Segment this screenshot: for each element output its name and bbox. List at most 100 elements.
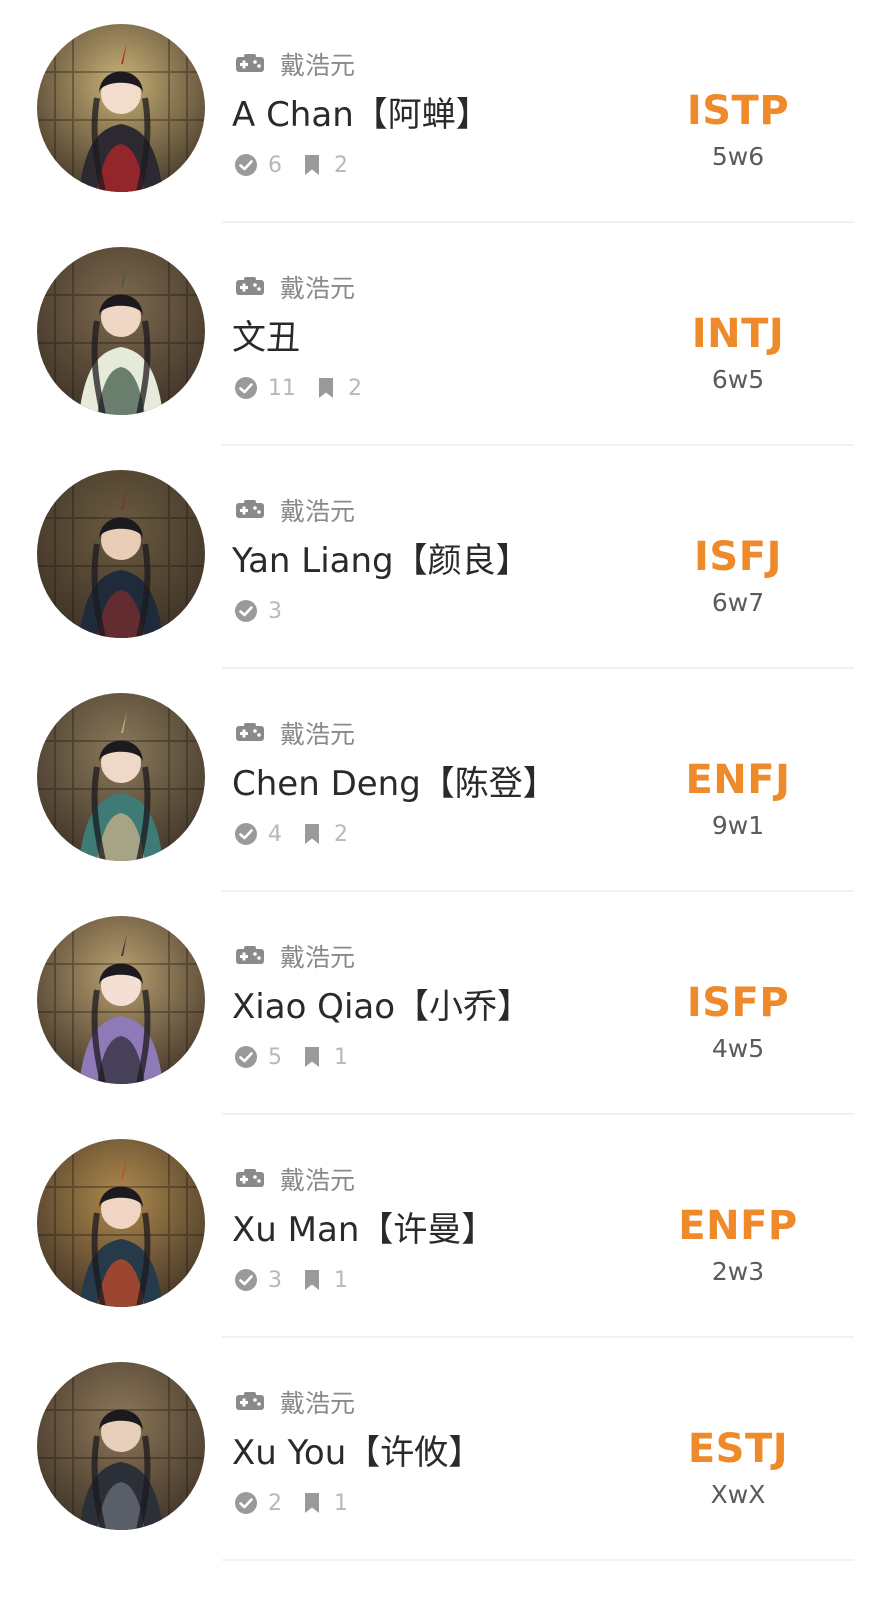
- source-tag[interactable]: 戴浩元: [234, 269, 355, 305]
- bookmark-icon: [300, 1268, 324, 1292]
- character-stats: 5 1: [234, 1042, 366, 1072]
- character-name[interactable]: Xiao Qiao【小乔】: [232, 984, 531, 1030]
- check-circle-icon: [234, 822, 258, 846]
- bookmarks-stat: 1: [300, 1268, 348, 1293]
- character-avatar[interactable]: [37, 1139, 205, 1307]
- character-avatar[interactable]: [37, 24, 205, 192]
- character-row[interactable]: 戴浩元 Chen Deng【陈登】 4 2 ENFJ 9w1: [0, 669, 878, 892]
- character-row[interactable]: 戴浩元 Xu Man【许曼】 3 1 ENFP 2w3: [0, 1115, 878, 1338]
- character-list: 戴浩元 A Chan【阿蝉】 6 2 ISTP 5w6 戴浩元 文丑 11 2 …: [0, 0, 878, 1600]
- source-tag[interactable]: 戴浩元: [234, 938, 355, 974]
- source-label: 戴浩元: [280, 1166, 356, 1195]
- game-controller-icon: [234, 275, 266, 299]
- character-name[interactable]: Xu Man【许曼】: [232, 1207, 495, 1253]
- mbti-type: INTJ: [691, 311, 785, 357]
- votes-count: 2: [268, 1490, 282, 1516]
- character-name[interactable]: 文丑: [232, 315, 300, 361]
- check-circle-icon: [234, 153, 258, 177]
- bookmark-icon: [300, 153, 324, 177]
- avatar-illustration: [37, 1139, 205, 1307]
- source-label: 戴浩元: [280, 51, 356, 80]
- bookmarks-stat: 2: [300, 822, 348, 847]
- character-row[interactable]: 戴浩元 Xu You【许攸】 2 1 ESTJ XwX: [0, 1338, 878, 1561]
- enneagram-type: 5w6: [711, 142, 765, 171]
- enneagram-type: 6w5: [711, 365, 765, 394]
- avatar-illustration: [37, 247, 205, 415]
- bookmarks-count: 1: [334, 1044, 348, 1070]
- character-row[interactable]: 戴浩元 A Chan【阿蝉】 6 2 ISTP 5w6: [0, 0, 878, 223]
- votes-count: 3: [268, 1267, 282, 1293]
- votes-count: 4: [268, 821, 282, 847]
- mbti-type: ESTJ: [687, 1426, 789, 1472]
- source-label: 戴浩元: [280, 497, 356, 526]
- check-circle-icon: [234, 376, 258, 400]
- votes-stat: 3: [234, 599, 282, 624]
- votes-stat: 3: [234, 1268, 282, 1293]
- character-stats: 4 2: [234, 819, 366, 849]
- votes-stat: 2: [234, 1491, 282, 1516]
- character-avatar[interactable]: [37, 1362, 205, 1530]
- check-circle-icon: [234, 1045, 258, 1069]
- source-tag[interactable]: 戴浩元: [234, 1161, 355, 1197]
- enneagram-type: 4w5: [711, 1034, 765, 1063]
- check-circle-icon: [234, 1268, 258, 1292]
- character-name[interactable]: A Chan【阿蝉】: [232, 92, 490, 138]
- character-avatar[interactable]: [37, 470, 205, 638]
- mbti-type: ISFJ: [694, 534, 782, 580]
- avatar-illustration: [37, 916, 205, 1084]
- character-avatar[interactable]: [37, 247, 205, 415]
- votes-stat: 5: [234, 1045, 282, 1070]
- bookmark-icon: [314, 376, 338, 400]
- bookmarks-count: 1: [334, 1267, 348, 1293]
- bookmarks-count: 2: [334, 152, 348, 178]
- mbti-type: ISFP: [686, 980, 790, 1026]
- check-circle-icon: [234, 1491, 258, 1515]
- mbti-type: ENFJ: [685, 757, 791, 803]
- bookmarks-count: 2: [334, 821, 348, 847]
- mbti-type: ISTP: [686, 88, 790, 134]
- game-controller-icon: [234, 498, 266, 522]
- avatar-illustration: [37, 470, 205, 638]
- source-tag[interactable]: 戴浩元: [234, 492, 355, 528]
- game-controller-icon: [234, 721, 266, 745]
- character-name[interactable]: Xu You【许攸】: [232, 1430, 482, 1476]
- bookmarks-stat: 1: [300, 1045, 348, 1070]
- enneagram-type: 9w1: [711, 811, 765, 840]
- source-label: 戴浩元: [280, 720, 356, 749]
- votes-stat: 4: [234, 822, 282, 847]
- game-controller-icon: [234, 1167, 266, 1191]
- source-tag[interactable]: 戴浩元: [234, 1384, 355, 1420]
- bookmark-icon: [300, 822, 324, 846]
- character-name[interactable]: Yan Liang【颜良】: [232, 538, 530, 584]
- votes-count: 3: [268, 598, 282, 624]
- character-stats: 6 2: [234, 150, 366, 180]
- game-controller-icon: [234, 944, 266, 968]
- character-row[interactable]: 戴浩元 Xiao Qiao【小乔】 5 1 ISFP 4w5: [0, 892, 878, 1115]
- character-stats: 3 1: [234, 1265, 366, 1295]
- character-avatar[interactable]: [37, 916, 205, 1084]
- votes-stat: 6: [234, 153, 282, 178]
- bookmark-icon: [300, 1491, 324, 1515]
- votes-count: 11: [268, 375, 296, 401]
- check-circle-icon: [234, 599, 258, 623]
- source-tag[interactable]: 戴浩元: [234, 715, 355, 751]
- avatar-illustration: [37, 24, 205, 192]
- character-name[interactable]: Chen Deng【陈登】: [232, 761, 557, 807]
- votes-count: 6: [268, 152, 282, 178]
- source-label: 戴浩元: [280, 1389, 356, 1418]
- votes-count: 5: [268, 1044, 282, 1070]
- source-label: 戴浩元: [280, 274, 356, 303]
- character-avatar[interactable]: [37, 693, 205, 861]
- bookmarks-stat: 2: [300, 153, 348, 178]
- source-tag[interactable]: 戴浩元: [234, 46, 355, 82]
- bookmarks-stat: 1: [300, 1491, 348, 1516]
- bookmarks-stat: 2: [314, 376, 362, 401]
- avatar-illustration: [37, 693, 205, 861]
- character-row[interactable]: 戴浩元 Yan Liang【颜良】 3 ISFJ 6w7: [0, 446, 878, 669]
- enneagram-type: 6w7: [711, 588, 765, 617]
- character-stats: 3: [234, 596, 300, 626]
- character-row[interactable]: 戴浩元 文丑 11 2 INTJ 6w5: [0, 223, 878, 446]
- avatar-illustration: [37, 1362, 205, 1530]
- enneagram-type: 2w3: [711, 1257, 765, 1286]
- bookmark-icon: [300, 1045, 324, 1069]
